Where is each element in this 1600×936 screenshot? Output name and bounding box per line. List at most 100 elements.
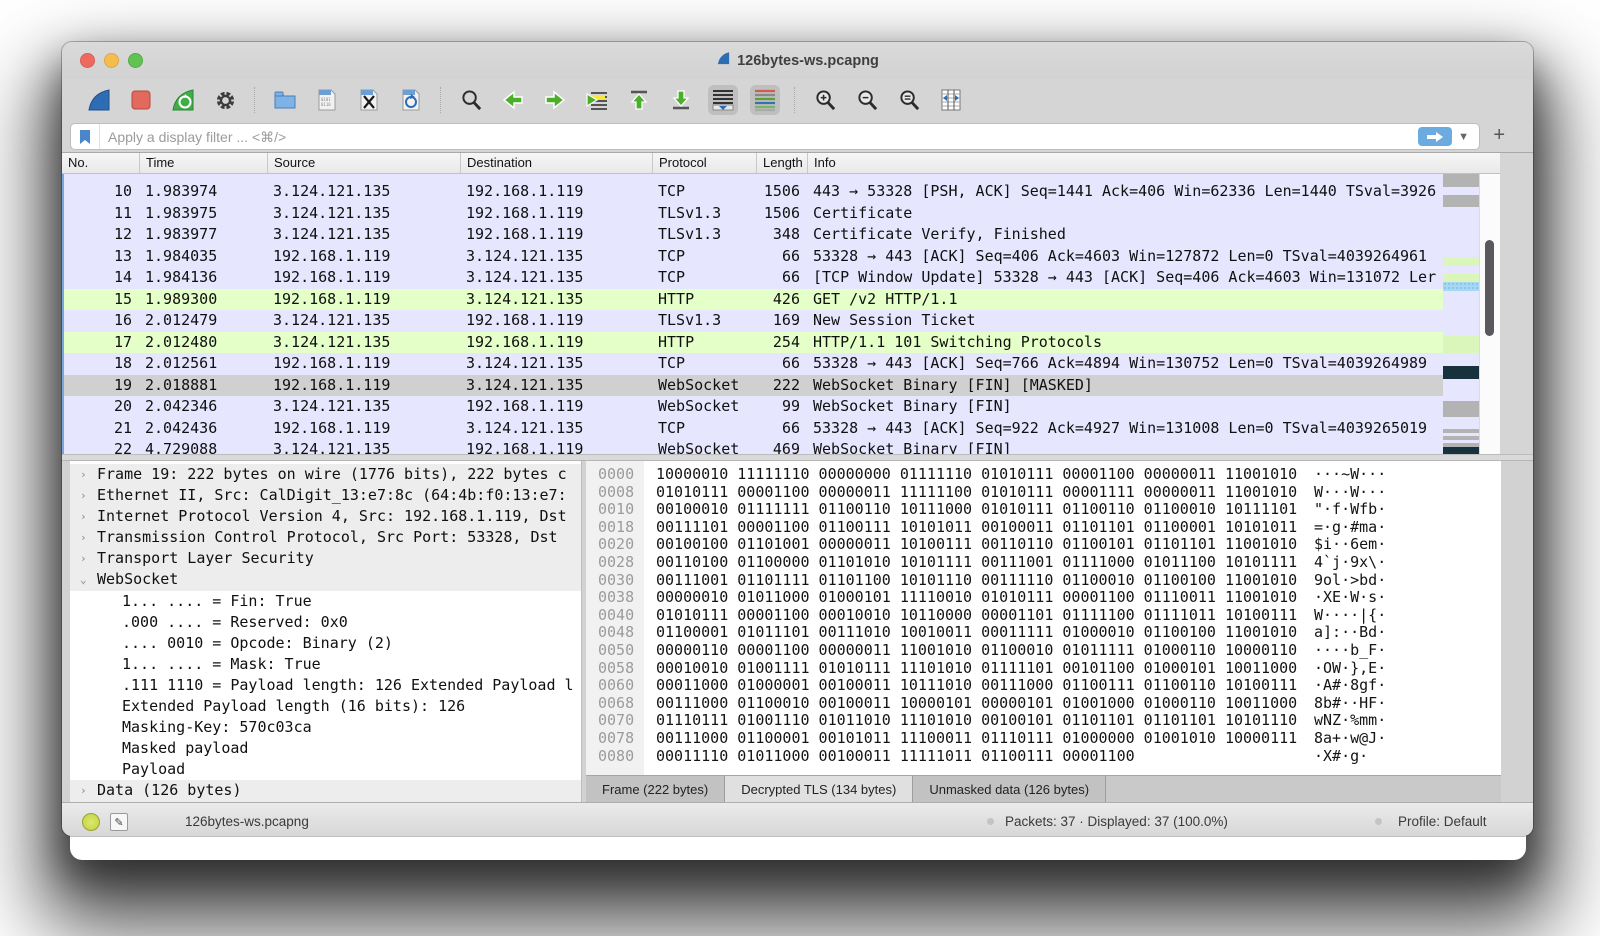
detail-tree-row[interactable]: ›Transport Layer Security: [70, 548, 581, 569]
byte-view-row[interactable]: 007001110111 01001110 01011010 11101010 …: [586, 712, 1501, 730]
packet-row[interactable]: 162.0124793.124.121.135192.168.1.119TLSv…: [62, 310, 1443, 332]
byte-view-row[interactable]: 008000011110 01011000 00100011 11111011 …: [586, 748, 1501, 766]
reload-file-icon[interactable]: [396, 85, 426, 115]
byte-view-tab[interactable]: Decrypted TLS (134 bytes): [725, 776, 913, 802]
find-packet-icon[interactable]: [456, 85, 486, 115]
restart-capture-icon[interactable]: [168, 85, 198, 115]
detail-tree-row[interactable]: Masking-Key: 570c03ca: [70, 717, 581, 738]
byte-view-row[interactable]: 000010000010 11111110 00000000 01111110 …: [586, 466, 1501, 484]
packet-row[interactable]: 141.984136192.168.1.1193.124.121.135TCP6…: [62, 267, 1443, 289]
byte-view-tab[interactable]: Unmasked data (126 bytes): [913, 776, 1106, 802]
statusbar-packet-counts: Packets: 37 · Displayed: 37 (100.0%): [1005, 814, 1228, 829]
apply-filter-button[interactable]: [1418, 127, 1452, 146]
packet-row-partial[interactable]: [62, 174, 1443, 181]
close-file-icon[interactable]: [354, 85, 384, 115]
zoom-reset-icon[interactable]: [894, 85, 924, 115]
detail-tree-row[interactable]: ›Ethernet II, Src: CalDigit_13:e7:8c (64…: [70, 485, 581, 506]
packet-row[interactable]: 111.9839753.124.121.135192.168.1.119TLSv…: [62, 203, 1443, 225]
column-header-no[interactable]: No.: [62, 153, 140, 173]
column-header-destination[interactable]: Destination: [461, 153, 653, 173]
statusbar-profile[interactable]: Profile: Default: [1398, 814, 1487, 829]
detail-tree-row[interactable]: .... 0010 = Opcode: Binary (2): [70, 633, 581, 654]
column-header-source[interactable]: Source: [268, 153, 461, 173]
pane-splitter-horizontal[interactable]: [62, 454, 1533, 461]
collapse-arrow-icon[interactable]: ⌄: [80, 569, 87, 590]
zoom-out-icon[interactable]: [852, 85, 882, 115]
display-filter-field[interactable]: ▼: [70, 123, 1480, 150]
byte-view-row[interactable]: 005800010010 01001111 01010111 11101010 …: [586, 660, 1501, 678]
detail-tree-row[interactable]: Payload: [70, 759, 581, 780]
capture-options-icon[interactable]: [210, 85, 240, 115]
wireshark-start-icon[interactable]: [84, 85, 114, 115]
auto-scroll-icon[interactable]: [708, 85, 738, 115]
byte-view-row[interactable]: 000801010111 00001100 00000011 11111100 …: [586, 484, 1501, 502]
byte-view-row[interactable]: 006000011000 01000001 00100011 10111010 …: [586, 677, 1501, 695]
detail-tree-row[interactable]: Masked payload: [70, 738, 581, 759]
packet-row[interactable]: 192.018881192.168.1.1193.124.121.135WebS…: [62, 375, 1443, 397]
save-file-icon[interactable]: 01010110: [312, 85, 342, 115]
byte-view-row[interactable]: 006800111000 01100010 00100011 10000101 …: [586, 695, 1501, 713]
detail-tree-row[interactable]: .000 .... = Reserved: 0x0: [70, 612, 581, 633]
detail-tree-row[interactable]: 1... .... = Fin: True: [70, 591, 581, 612]
filter-bookmark-icon[interactable]: [71, 124, 100, 149]
display-filter-input[interactable]: [100, 129, 1418, 145]
go-first-packet-icon[interactable]: [624, 85, 654, 115]
packet-row[interactable]: 101.9839743.124.121.135192.168.1.119TCP1…: [62, 181, 1443, 203]
byte-view-row[interactable]: 001800111101 00001100 01100111 10101011 …: [586, 519, 1501, 537]
go-last-packet-icon[interactable]: [666, 85, 696, 115]
packet-row[interactable]: 172.0124803.124.121.135192.168.1.119HTTP…: [62, 332, 1443, 354]
detail-tree-row[interactable]: ›Internet Protocol Version 4, Src: 192.1…: [70, 506, 581, 527]
byte-view-tab[interactable]: Frame (222 bytes): [586, 776, 725, 802]
detail-tree-row[interactable]: .111 1110 = Payload length: 126 Extended…: [70, 675, 581, 696]
packet-row[interactable]: 121.9839773.124.121.135192.168.1.119TLSv…: [62, 224, 1443, 246]
detail-tree-row[interactable]: ›Data (126 bytes): [70, 780, 581, 801]
expert-info-icon[interactable]: [82, 813, 100, 831]
column-header-protocol[interactable]: Protocol: [653, 153, 757, 173]
detail-tree-row[interactable]: 1... .... = Mask: True: [70, 654, 581, 675]
stop-capture-icon[interactable]: [126, 85, 156, 115]
add-filter-button-icon[interactable]: +: [1493, 124, 1505, 146]
byte-view-row[interactable]: 004801100001 01011101 00111010 10010011 …: [586, 624, 1501, 642]
detail-tree-row[interactable]: ›Frame 19: 222 bytes on wire (1776 bits)…: [70, 464, 581, 485]
byte-view-row[interactable]: 005000000110 00001100 00000011 11001010 …: [586, 642, 1501, 660]
expand-arrow-icon[interactable]: ›: [80, 780, 87, 801]
packet-row[interactable]: 131.984035192.168.1.1193.124.121.135TCP6…: [62, 246, 1443, 268]
go-to-packet-icon[interactable]: [582, 85, 612, 115]
packet-row[interactable]: 182.012561192.168.1.1193.124.121.135TCP6…: [62, 353, 1443, 375]
go-forward-icon[interactable]: [540, 85, 570, 115]
packet-no: 13: [62, 246, 140, 268]
packet-row[interactable]: 202.0423463.124.121.135192.168.1.119WebS…: [62, 396, 1443, 418]
byte-view-row[interactable]: 003800000010 01011000 01000101 11110010 …: [586, 589, 1501, 607]
byte-view-row[interactable]: 007800111000 01100001 00101011 11100011 …: [586, 730, 1501, 748]
filter-history-dropdown-icon[interactable]: ▼: [1458, 131, 1469, 143]
go-back-icon[interactable]: [498, 85, 528, 115]
scrollbar-thumb[interactable]: [1485, 240, 1494, 336]
resize-columns-icon[interactable]: [936, 85, 966, 115]
colorize-packets-icon[interactable]: [750, 85, 780, 115]
byte-view-row[interactable]: 001000100010 01111111 01100110 10111000 …: [586, 501, 1501, 519]
packet-row[interactable]: 151.989300192.168.1.1193.124.121.135HTTP…: [62, 289, 1443, 311]
packet-row[interactable]: 224.7290883.124.121.135192.168.1.119WebS…: [62, 439, 1443, 454]
expand-arrow-icon[interactable]: ›: [80, 506, 87, 527]
zoom-in-icon[interactable]: [810, 85, 840, 115]
detail-tree-row[interactable]: ›Transmission Control Protocol, Src Port…: [70, 527, 581, 548]
detail-row-text: WebSocket: [70, 569, 581, 590]
expand-arrow-icon[interactable]: ›: [80, 464, 87, 485]
byte-view-row[interactable]: 004001010111 00001100 00010010 10110000 …: [586, 607, 1501, 625]
expand-arrow-icon[interactable]: ›: [80, 548, 87, 569]
packet-row[interactable]: 212.042436192.168.1.1193.124.121.135TCP6…: [62, 418, 1443, 440]
byte-view-row[interactable]: 003000111001 01101111 01101100 10101110 …: [586, 572, 1501, 590]
byte-view-row[interactable]: 002800110100 01100000 01101010 10101111 …: [586, 554, 1501, 572]
column-header-info[interactable]: Info: [808, 153, 1500, 173]
capture-comment-icon[interactable]: ✎: [110, 813, 128, 831]
byte-view-row[interactable]: 002000100100 01101001 00000011 10100111 …: [586, 536, 1501, 554]
packet-list-scrollbar[interactable]: [1479, 174, 1500, 454]
detail-tree-row[interactable]: Extended Payload length (16 bits): 126: [70, 696, 581, 717]
detail-tree-row[interactable]: ⌄WebSocket: [70, 569, 581, 590]
open-file-icon[interactable]: [270, 85, 300, 115]
expand-arrow-icon[interactable]: ›: [80, 485, 87, 506]
column-header-time[interactable]: Time: [140, 153, 268, 173]
column-header-length[interactable]: Length: [757, 153, 808, 173]
expand-arrow-icon[interactable]: ›: [80, 527, 87, 548]
detail-row-text: Transport Layer Security: [70, 548, 581, 569]
